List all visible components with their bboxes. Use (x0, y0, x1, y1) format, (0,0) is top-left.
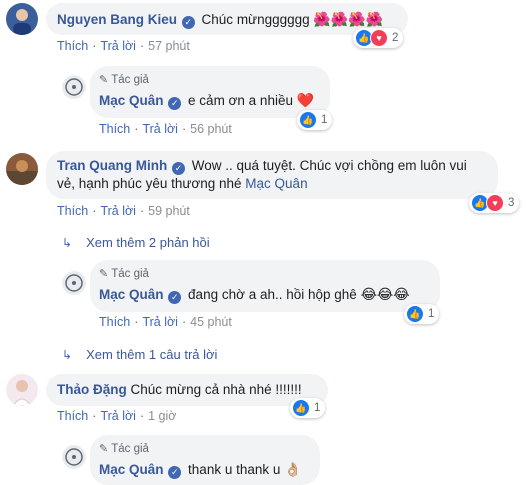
like-button[interactable]: Thích (99, 315, 130, 329)
emoji: 😂😂😂 (360, 286, 410, 302)
pencil-icon: ✎ (99, 74, 109, 86)
avatar[interactable] (6, 153, 38, 185)
haha-reaction-icon: ♥ (370, 29, 388, 47)
like-reaction-icon: 👍 (299, 111, 317, 129)
verified-icon: ✓ (181, 16, 195, 29)
emoji: 👌🏼 (284, 461, 302, 477)
reply-button[interactable]: Trả lời (142, 315, 178, 329)
comment-bubble: Nguyen Bang Kieu ✓ Chúc mừngggggg 🌺🌺🌺🌺 (46, 3, 408, 35)
author-badge: ✎ Tác giả (99, 71, 149, 89)
commenter-name[interactable]: Mạc Quân (99, 287, 164, 302)
like-button[interactable]: Thích (57, 409, 88, 423)
comment-text: Chúc mừng cả nhà nhé !!!!!!! (130, 382, 302, 397)
verified-icon: ✓ (172, 162, 186, 175)
comment-text-continued: vẻ, hạnh phúc yêu thương nhé (57, 176, 242, 191)
like-reaction-icon: 👍 (406, 305, 424, 323)
emoji: 🌺🌺🌺🌺 (313, 11, 384, 27)
comment-actions: Thích · Trả lời · 56 phút (99, 122, 232, 136)
like-button[interactable]: Thích (57, 204, 88, 218)
reply-arrow-icon: ↳ (62, 347, 73, 362)
avatar[interactable] (62, 445, 86, 469)
author-badge: ✎ Tác giả (99, 440, 149, 458)
comment-text: e cảm ơn a nhiều (188, 93, 293, 108)
timestamp[interactable]: 45 phút (190, 315, 232, 329)
avatar[interactable] (6, 374, 38, 406)
reply-button[interactable]: Trả lời (100, 204, 136, 218)
timestamp[interactable]: 59 phút (148, 204, 190, 218)
mention-link[interactable]: Mạc Quân (245, 176, 307, 191)
commenter-name[interactable]: Thảo Đặng (57, 382, 127, 397)
reaction-count[interactable]: 👍 1 (290, 398, 326, 418)
author-badge: ✎ Tác giả (99, 265, 149, 283)
reply-button[interactable]: Trả lời (142, 122, 178, 136)
reply-button[interactable]: Trả lời (100, 409, 136, 423)
verified-icon: ✓ (168, 466, 182, 479)
comment-text: thank u thank u (188, 462, 281, 477)
commenter-name[interactable]: Tran Quang Minh (57, 158, 167, 173)
reaction-count[interactable]: 👍 1 (297, 110, 333, 130)
view-more-replies-link[interactable]: ↳ Xem thêm 1 câu trả lời (62, 347, 217, 362)
reply-bubble: ✎ Tác giả Mạc Quân ✓ e cảm ơn a nhiều ❤️ (90, 66, 330, 118)
commenter-name[interactable]: Nguyen Bang Kieu (57, 12, 177, 27)
avatar[interactable] (62, 75, 86, 99)
pencil-icon: ✎ (99, 443, 109, 455)
timestamp[interactable]: 56 phút (190, 122, 232, 136)
comment-actions: Thích · Trả lời · 45 phút (99, 315, 232, 329)
reply-button[interactable]: Trả lời (100, 39, 136, 53)
reply-bubble: ✎ Tác giả Mạc Quân ✓ thank u thank u 👌🏼 (90, 435, 320, 485)
like-button[interactable]: Thích (99, 122, 130, 136)
commenter-name[interactable]: Mạc Quân (99, 93, 164, 108)
like-button[interactable]: Thích (57, 39, 88, 53)
avatar[interactable] (62, 271, 86, 295)
commenter-name[interactable]: Mạc Quân (99, 462, 164, 477)
reply-bubble: ✎ Tác giả Mạc Quân ✓ đang chờ a ah.. hồi … (90, 260, 440, 312)
comment-bubble: Thảo Đặng Chúc mừng cả nhà nhé !!!!!!! (46, 374, 328, 406)
comment-bubble: Tran Quang Minh ✓ Wow .. quá tuyệt. Chúc… (46, 151, 498, 199)
avatar[interactable] (6, 3, 38, 35)
haha-reaction-icon: ♥ (486, 194, 504, 212)
timestamp[interactable]: 1 giờ (148, 409, 176, 423)
emoji: ❤️ (296, 92, 315, 108)
timestamp[interactable]: 57 phút (148, 39, 190, 53)
pencil-icon: ✎ (99, 268, 109, 280)
comment-text: đang chờ a ah.. hồi hộp ghê (188, 287, 357, 302)
verified-icon: ✓ (168, 291, 182, 304)
reply-arrow-icon: ↳ (62, 235, 73, 250)
comment-text: Chúc mừngggggg (201, 12, 310, 27)
view-more-replies-link[interactable]: ↳ Xem thêm 2 phản hồi (62, 235, 210, 250)
verified-icon: ✓ (168, 97, 182, 110)
reaction-count[interactable]: 👍 ♥ 2 (353, 28, 404, 48)
comment-actions: Thích · Trả lời · 57 phút (57, 39, 190, 53)
comment-actions: Thích · Trả lời · 59 phút (57, 204, 190, 218)
reaction-count[interactable]: 👍 ♥ 3 (469, 193, 520, 213)
like-reaction-icon: 👍 (292, 399, 310, 417)
comment-actions: Thích · Trả lời · 1 giờ (57, 409, 177, 423)
reaction-count[interactable]: 👍 1 (404, 304, 440, 324)
comment-text: Wow .. quá tuyệt. Chúc vợi chồng em luôn… (191, 158, 467, 173)
